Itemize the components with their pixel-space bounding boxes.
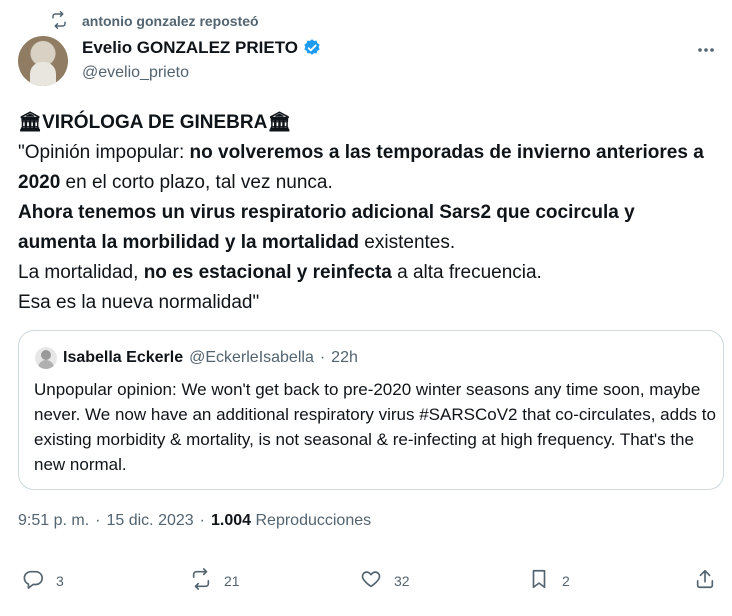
more-options-icon[interactable]: [694, 38, 718, 62]
quoted-avatar[interactable]: [35, 347, 57, 369]
tweet-meta: 9:51 p. m. · 15 dic. 2023 · 1.004 Reprod…: [18, 512, 371, 530]
author-name-row[interactable]: Evelio GONZALEZ PRIETO: [82, 38, 322, 58]
reply-count: 3: [56, 572, 64, 589]
text-segment: La mortalidad,: [18, 262, 144, 283]
repost-text[interactable]: antonio gonzalez reposteó: [82, 13, 259, 29]
views-count: 1.004: [211, 512, 252, 529]
separator-dot: ·: [319, 349, 326, 366]
share-button[interactable]: [694, 568, 716, 593]
share-icon: [694, 568, 716, 593]
text-segment: existentes.: [359, 232, 456, 253]
quoted-tweet-text: Unpopular opinion: We won't get back to …: [34, 380, 716, 474]
reply-icon: [22, 568, 44, 593]
like-button[interactable]: 32: [360, 568, 410, 593]
quoted-timestamp[interactable]: 22h: [331, 349, 358, 367]
repost-header: antonio gonzalez reposteó: [50, 8, 259, 34]
like-count: 32: [394, 572, 410, 589]
repost-count: 21: [224, 572, 240, 589]
repost-button[interactable]: 21: [190, 568, 240, 593]
views-label: Reproducciones: [255, 512, 372, 529]
bookmark-button[interactable]: 2: [528, 568, 570, 593]
bookmark-count: 2: [562, 572, 570, 589]
bank-icon: 🏛: [267, 112, 292, 133]
heart-icon: [360, 568, 382, 593]
tweet-title: VIRÓLOGA DE GINEBRA: [42, 112, 268, 133]
text-segment: a alta frecuencia.: [391, 262, 542, 283]
quoted-author-handle[interactable]: @EckerleIsabella: [189, 349, 314, 367]
tweet-time[interactable]: 9:51 p. m.: [18, 512, 89, 530]
repost-icon: [50, 10, 68, 32]
text-bold-segment: no es estacional y reinfecta: [143, 262, 392, 283]
tweet-text: 🏛VIRÓLOGA DE GINEBRA🏛 "Opinión impopular…: [18, 108, 718, 318]
text-bold-segment: Ahora tenemos un virus respiratorio adic…: [18, 202, 635, 253]
bank-icon: 🏛: [18, 112, 43, 133]
author-handle[interactable]: @evelio_prieto: [82, 64, 189, 82]
tweet-date[interactable]: 15 dic. 2023: [106, 512, 193, 530]
separator-dot: ·: [199, 512, 205, 529]
quoted-tweet-header: Isabella Eckerle @EckerleIsabella · 22h: [35, 347, 358, 369]
separator-dot: ·: [95, 512, 101, 529]
repost-icon: [190, 568, 212, 593]
quoted-author-name[interactable]: Isabella Eckerle: [63, 349, 183, 367]
verified-badge-icon: [302, 38, 322, 58]
text-segment: "Opinión impopular:: [18, 142, 190, 163]
text-segment: en el corto plazo, tal vez nunca.: [60, 172, 333, 193]
text-segment: Esa es la nueva normalidad": [18, 292, 260, 313]
author-name[interactable]: Evelio GONZALEZ PRIETO: [82, 38, 298, 58]
reply-button[interactable]: 3: [22, 568, 64, 593]
avatar[interactable]: [18, 36, 68, 86]
action-bar: 3 21 32 2: [0, 568, 732, 600]
quoted-tweet[interactable]: Isabella Eckerle @EckerleIsabella · 22h …: [18, 330, 724, 490]
bookmark-icon: [528, 568, 550, 593]
